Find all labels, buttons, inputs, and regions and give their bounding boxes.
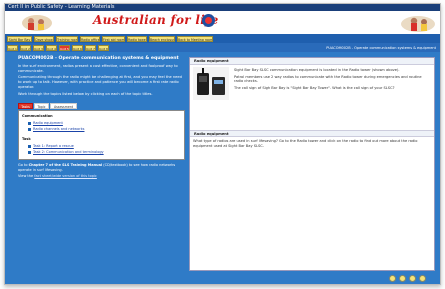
nav-beach-enclosure[interactable]: Beach enclosure xyxy=(149,35,175,42)
section-heading-communication: Communication xyxy=(22,114,53,118)
radio-tower-photo xyxy=(193,67,229,100)
unit-tab-7[interactable]: Unit 7 xyxy=(85,44,96,51)
bullet-icon xyxy=(28,150,31,154)
content-panel: Radio equipment Sight Bar Bay SLSC commu… xyxy=(189,57,435,271)
resources-note: Go to Chapter 7 of the SLS Training Manu… xyxy=(18,163,185,179)
intro-para-2: Communicating through the radio might be… xyxy=(18,75,182,89)
brand-wordmark: Australian for life xyxy=(93,13,219,27)
list-item[interactable]: Radio equipment xyxy=(28,121,63,125)
list-item[interactable]: Task 1: Report a rescue xyxy=(28,144,74,148)
app-window: Cert II in Public Safety - Learning Mate… xyxy=(4,3,441,285)
bullet-icon xyxy=(28,127,31,131)
nav-radio-office[interactable]: Radio office xyxy=(80,35,100,42)
manual-reference: Go to Chapter 7 of the SLS Training Manu… xyxy=(18,163,185,172)
nav-first-aid-room[interactable]: First aid room xyxy=(102,35,125,42)
intro-para-1: In the surf environment, radios present … xyxy=(18,64,178,73)
manual-ref-prefix: Go to xyxy=(18,163,28,167)
fact-sheet-link[interactable]: fact sheet/wide version of this topic xyxy=(34,174,97,178)
topic-list: Communication Radio equipment Radio chan… xyxy=(18,110,185,160)
content-subheader: Radio equipment xyxy=(190,130,434,137)
content-question: What type of radios are used in surf lif… xyxy=(193,139,418,148)
unit-nav: Unit 1 Unit 2 Unit 3 Unit 4 Unit 5 Unit … xyxy=(5,43,440,52)
banner: Australian for life xyxy=(5,11,440,34)
next-button[interactable] xyxy=(419,275,426,282)
intro-para-3: Work through the topics listed below by … xyxy=(18,91,153,96)
help-button[interactable] xyxy=(409,275,416,282)
list-item[interactable]: Task 2: Communication and terminology xyxy=(28,150,104,154)
unit-code-label: PUACOM002B - Operate communication syste… xyxy=(326,45,436,50)
content-text: Sight Bar Bay SLSC communication equipme… xyxy=(234,68,429,92)
back-button[interactable] xyxy=(389,275,396,282)
bullet-icon xyxy=(28,121,31,125)
content-header: Radio equipment xyxy=(190,58,434,65)
list-item[interactable]: Radio channels and networks xyxy=(28,127,84,131)
bullet-icon xyxy=(28,144,31,148)
footer-bar xyxy=(5,273,440,284)
beach-photo-left xyxy=(17,13,55,32)
content-para-3: The call sign of Sigh Bar Bay is "Sight … xyxy=(234,85,395,90)
link-task-2[interactable]: Task 2: Communication and terminology xyxy=(33,150,104,154)
unit-tab-6[interactable]: Unit 6 xyxy=(72,44,83,51)
nav-dave-show[interactable]: Dave show xyxy=(34,35,54,42)
home-button[interactable] xyxy=(399,275,406,282)
sls-logo xyxy=(202,14,215,27)
nav-back-to-meeting-room[interactable]: Back to Meeting room xyxy=(177,35,213,42)
location-nav: Sight Bar Bay Dave show Training room Ra… xyxy=(5,34,440,43)
unit-title: PUACOM002B - Operate communication syste… xyxy=(18,56,179,61)
nav-radio-tower[interactable]: Radio tower xyxy=(127,35,147,42)
section-heading-task: Task xyxy=(22,137,31,141)
unit-tab-2[interactable]: Unit 2 xyxy=(20,44,31,51)
content-para-1: Sight Bar Bay SLSC communication equipme… xyxy=(234,68,400,72)
unit-tab-8[interactable]: Unit 8 xyxy=(98,44,109,51)
fact-sheet-note: View the fact sheet/wide version of this… xyxy=(18,174,185,179)
unit-tab-1[interactable]: Unit 1 xyxy=(7,44,18,51)
unit-tab-4[interactable]: Unit 4 xyxy=(46,44,57,51)
window-title: Cert II in Public Safety - Learning Mate… xyxy=(5,4,440,11)
beach-photo-right xyxy=(396,12,436,33)
unit-tab-5[interactable]: Unit 5 xyxy=(59,44,70,51)
tab-topic[interactable]: Topic xyxy=(34,103,49,109)
nav-sight-bar-bay[interactable]: Sight Bar Bay xyxy=(7,35,32,42)
tab-assessment[interactable]: Assessment xyxy=(50,103,77,109)
link-radio-equipment[interactable]: Radio equipment xyxy=(33,121,63,125)
fact-sheet-prefix: View the xyxy=(18,174,34,178)
link-radio-channels[interactable]: Radio channels and networks xyxy=(33,127,84,131)
nav-training-room[interactable]: Training room xyxy=(56,35,78,42)
content-para-2: Patrol members use 2 way radios to commu… xyxy=(234,74,422,84)
tab-tasks[interactable]: Tasks xyxy=(18,103,33,109)
unit-tab-3[interactable]: Unit 3 xyxy=(33,44,44,51)
manual-ref-title: Chapter 7 of the SLS Training Manual xyxy=(28,163,103,167)
link-task-1[interactable]: Task 1: Report a rescue xyxy=(33,144,74,148)
